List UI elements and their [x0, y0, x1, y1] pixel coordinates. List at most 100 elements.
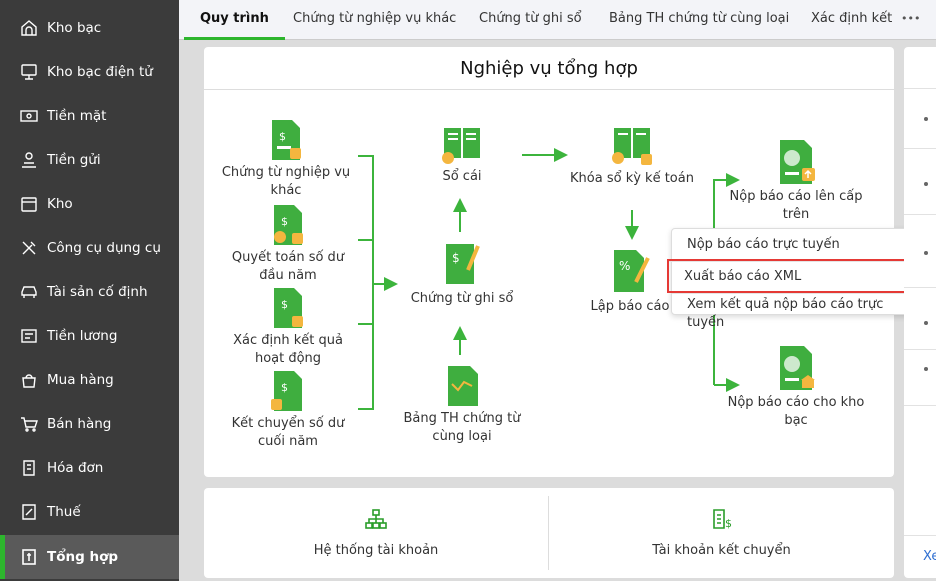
- sidebar-item-tai-san[interactable]: Tài sản cố định: [0, 270, 179, 314]
- page-title: Nghiệp vụ tổng hợp: [204, 47, 894, 90]
- sidebar-item-label: Tổng hợp: [47, 549, 119, 565]
- menu-item-xuat-xml[interactable]: Xuất báo cáo XML: [667, 259, 924, 293]
- divider: [904, 214, 936, 215]
- svg-text:$: $: [281, 381, 288, 394]
- node-khoa-so-ky-ke-toan[interactable]: Khóa sổ kỳ kế toán: [562, 122, 702, 188]
- locked-ledger-icon: [612, 128, 652, 165]
- salary-icon: [18, 327, 40, 345]
- summary-icon: [18, 548, 40, 566]
- monitor-icon: [18, 63, 40, 81]
- deposit-icon: [18, 151, 40, 169]
- he-thong-tai-khoan-label: Hệ thống tài khoản: [313, 543, 439, 558]
- sidebar-item-tien-mat[interactable]: Tiền mặt: [0, 94, 179, 138]
- warehouse-icon: [18, 195, 40, 213]
- svg-text:%: %: [619, 259, 630, 273]
- sidebar-item-label: Tiền gửi: [47, 152, 101, 168]
- shortcut-card: Hệ thống tài khoản $ Tài khoản kết chuyể…: [204, 488, 894, 578]
- sidebar-item-thue[interactable]: Thuế: [0, 490, 179, 534]
- sidebar-item-label: Công cụ dụng cụ: [47, 240, 161, 256]
- cash-icon: [18, 107, 40, 125]
- node-bang-th-chung-tu[interactable]: Bảng TH chứng từ cùng loại: [392, 364, 532, 446]
- cart-icon: [18, 415, 40, 433]
- sidebar: Kho bạc Kho bạc điện tử Tiền mặt Tiền gử…: [0, 0, 179, 581]
- divider: [904, 349, 936, 350]
- sidebar-item-kho[interactable]: Kho: [0, 182, 179, 226]
- node-chung-tu-nghiep-vu-khac[interactable]: $ Chứng từ nghiệp vụ khác: [216, 118, 356, 200]
- tab-xac-dinh-ket[interactable]: Xác định kết: [811, 0, 892, 40]
- svg-text:$: $: [725, 517, 732, 530]
- sidebar-item-label: Mua hàng: [47, 372, 114, 388]
- side-panel: Xe: [904, 47, 936, 578]
- svg-text:$: $: [279, 130, 286, 143]
- view-more-link[interactable]: Xe: [923, 549, 936, 564]
- bank-icon: [18, 19, 40, 37]
- tab-bang-th[interactable]: Bảng TH chứng từ cùng loại: [609, 0, 789, 40]
- document-icon: $: [274, 205, 303, 245]
- document-icon: $: [272, 120, 301, 160]
- divider: [904, 148, 936, 149]
- sidebar-item-hoa-don[interactable]: Hóa đơn: [0, 446, 179, 490]
- node-so-cai[interactable]: Sổ cái: [392, 122, 532, 186]
- sidebar-item-label: Thuế: [47, 504, 81, 520]
- create-report-icon: %: [614, 250, 650, 292]
- account-transfer-icon: $: [712, 509, 732, 530]
- node-nop-bao-cao-kho-bac[interactable]: Nộp báo cáo cho kho bạc: [726, 344, 866, 430]
- report-chart-icon: [448, 366, 478, 406]
- menu-item-xem-ket-qua[interactable]: Xem kết quả nộp báo cáo trực tuyến: [672, 293, 924, 330]
- tai-khoan-ket-chuyen-label: Tài khoản kết chuyển: [652, 543, 791, 558]
- node-chung-tu-ghi-so[interactable]: $ Chứng từ ghi sổ: [392, 240, 532, 308]
- bullet: [924, 182, 928, 186]
- sidebar-item-mua-hang[interactable]: Mua hàng: [0, 358, 179, 402]
- sidebar-item-kho-bac-dien-tu[interactable]: Kho bạc điện tử: [0, 50, 179, 94]
- hierarchy-icon: [365, 509, 387, 529]
- bullet: [924, 251, 928, 255]
- tai-khoan-ket-chuyen-button[interactable]: $ Tài khoản kết chuyển: [549, 496, 894, 570]
- divider: [904, 287, 936, 288]
- bullet: [924, 321, 928, 325]
- menu-item-nop-truc-tuyen[interactable]: Nộp báo cáo trực tuyến: [672, 230, 924, 260]
- tab-chung-tu-ghi-so[interactable]: Chứng từ ghi sổ: [479, 0, 582, 40]
- sidebar-item-label: Kho bạc: [47, 20, 102, 36]
- ledger-book-icon: [442, 128, 480, 164]
- tax-icon: [18, 503, 40, 521]
- sidebar-item-cong-cu[interactable]: Công cụ dụng cụ: [0, 226, 179, 270]
- svg-text:$: $: [281, 215, 288, 228]
- divider: [904, 405, 936, 406]
- divider: [904, 535, 936, 536]
- report-bank-icon: [780, 346, 815, 390]
- sidebar-item-ban-hang[interactable]: Bán hàng: [0, 402, 179, 446]
- document-icon: $: [271, 371, 302, 411]
- node-nop-bao-cao-cap-tren[interactable]: Nộp báo cáo lên cấp trên: [726, 138, 866, 224]
- sidebar-item-tien-luong[interactable]: Tiền lương: [0, 314, 179, 358]
- document-icon: $: [274, 288, 303, 328]
- sidebar-item-label: Tiền mặt: [47, 108, 107, 124]
- sidebar-item-label: Tài sản cố định: [47, 284, 148, 300]
- node-xac-dinh-ket-qua[interactable]: $ Xác định kết quả hoạt động: [218, 286, 358, 368]
- tab-quy-trinh[interactable]: Quy trình: [184, 0, 285, 40]
- sidebar-item-label: Tiền lương: [47, 328, 118, 344]
- report-upload-icon: [780, 140, 815, 184]
- bullet: [924, 367, 928, 371]
- sidebar-item-label: Bán hàng: [47, 416, 112, 432]
- scroll-document-icon: $: [446, 244, 480, 284]
- car-icon: [18, 283, 40, 301]
- node-quyet-toan-so-du-dau-nam[interactable]: $ Quyết toán số dư đầu năm: [218, 203, 358, 285]
- svg-text:$: $: [281, 298, 288, 311]
- tools-icon: [18, 239, 40, 257]
- sidebar-item-tien-gui[interactable]: Tiền gửi: [0, 138, 179, 182]
- sidebar-item-tong-hop[interactable]: Tổng hợp: [0, 535, 179, 579]
- tab-bar: Quy trình Chứng từ nghiệp vụ khác Chứng …: [179, 0, 936, 40]
- bag-icon: [18, 371, 40, 389]
- sidebar-item-kho-bac[interactable]: Kho bạc: [0, 6, 179, 50]
- node-ket-chuyen-so-du[interactable]: $ Kết chuyển số dư cuối năm: [218, 369, 358, 451]
- sidebar-item-label: Kho bạc điện tử: [47, 64, 153, 80]
- bullet: [924, 117, 928, 121]
- he-thong-tai-khoan-button[interactable]: Hệ thống tài khoản: [204, 496, 549, 570]
- sidebar-item-label: Hóa đơn: [47, 460, 104, 476]
- invoice-icon: [18, 459, 40, 477]
- sidebar-item-label: Kho: [47, 196, 73, 212]
- tab-chung-tu-nghiep-vu-khac[interactable]: Chứng từ nghiệp vụ khác: [293, 0, 456, 40]
- svg-text:$: $: [452, 251, 460, 265]
- more-tabs-button[interactable]: •••: [901, 0, 920, 40]
- submit-report-menu: Nộp báo cáo trực tuyến Xuất báo cáo XML …: [667, 228, 925, 330]
